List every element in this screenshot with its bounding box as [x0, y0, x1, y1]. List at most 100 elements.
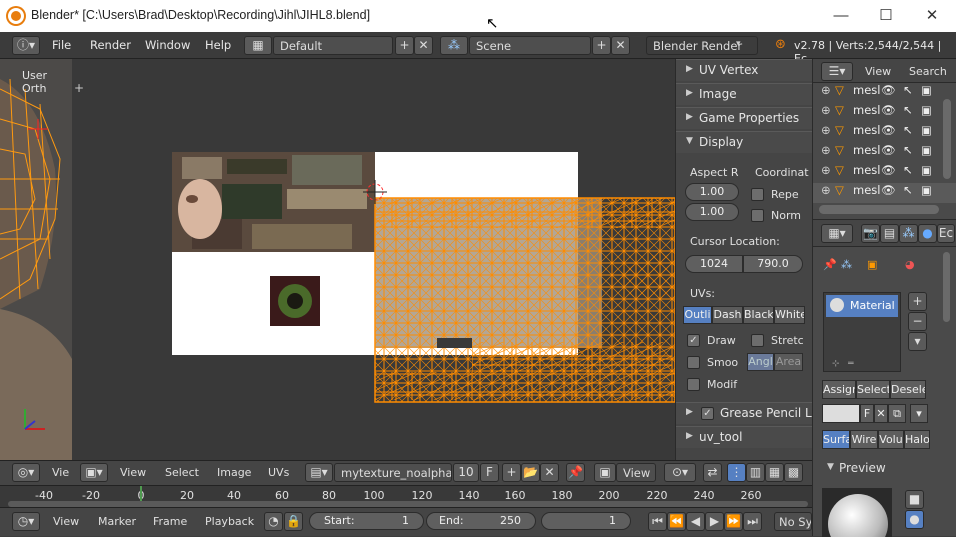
add-material-slot-icon[interactable]: +	[908, 292, 927, 311]
scene-icon[interactable]: ⁂	[440, 36, 468, 55]
panel-image[interactable]: ▶ Image	[676, 83, 813, 105]
wire-tab[interactable]: Wire	[850, 430, 878, 449]
sync-mode-dropdown[interactable]: No Syr	[774, 512, 812, 531]
preview-range-icon[interactable]: ◔	[264, 512, 283, 531]
start-frame-field[interactable]: Start: 1	[309, 512, 424, 530]
expand-plus-icon[interactable]: ⊕	[821, 123, 831, 137]
stretch-angle-toggle[interactable]: Angl	[747, 353, 774, 371]
draw-stretch-checkbox-checked[interactable]: ✓	[687, 334, 700, 347]
properties-scrollbar[interactable]	[943, 252, 950, 322]
render-camera-icon[interactable]: ▣	[921, 103, 932, 117]
close-button[interactable]: ✕	[909, 0, 955, 32]
timeline-marker-menu[interactable]: Marker	[98, 515, 136, 528]
open-image-icon[interactable]: 📂	[521, 463, 540, 482]
panel-uv-vertex[interactable]: ▶ UV Vertex	[676, 59, 813, 81]
lock-range-icon[interactable]: 🔒	[284, 512, 303, 531]
uv-mode-black-toggle[interactable]: Black	[743, 306, 774, 324]
uv-uvs-menu[interactable]: UVs	[268, 466, 289, 479]
outliner-row[interactable]: ⊕ ▽ mesl 👁 ↖ ▣	[813, 123, 956, 143]
panel-game-properties[interactable]: ▶ Game Properties	[676, 107, 813, 129]
visibility-eye-icon[interactable]: 👁	[881, 83, 896, 97]
current-frame-field[interactable]: 1	[541, 512, 631, 530]
material-preview-chip[interactable]	[822, 404, 860, 423]
preview-panel-title[interactable]: Preview	[839, 461, 886, 475]
expand-plus-icon[interactable]: ⊕	[821, 163, 831, 177]
3d-viewport[interactable]: User Orth	[0, 59, 72, 460]
cursor-x-field[interactable]: 1024	[685, 255, 743, 273]
select-cursor-icon[interactable]: ↖	[903, 163, 913, 177]
island-select-icon[interactable]: ▩	[784, 463, 803, 482]
properties-editor-type-icon[interactable]: ▦▾	[821, 224, 853, 243]
layers-tab-icon[interactable]: ▤	[880, 224, 899, 243]
stretch-area-toggle[interactable]: Area	[774, 353, 803, 371]
pin-icon[interactable]: 📌	[823, 258, 837, 271]
outliner-row[interactable]: ⊕ ▽ mesl 👁 ↖ ▣	[813, 163, 956, 183]
render-camera-icon[interactable]: ▣	[921, 163, 932, 177]
normalized-checkbox[interactable]	[751, 209, 764, 222]
minimize-button[interactable]: —	[818, 0, 864, 32]
remove-scene-icon[interactable]: ✕	[611, 36, 630, 55]
timeline-playback-menu[interactable]: Playback	[205, 515, 254, 528]
material-slot-list[interactable]: Material ⊹ ═	[823, 292, 901, 372]
outliner-row[interactable]: ⊕ ▽ mesl 👁 ↖ ▣	[813, 103, 956, 123]
assign-button[interactable]: Assign	[822, 380, 856, 399]
expand-plus-icon[interactable]: ⊕	[821, 83, 831, 97]
menu-window[interactable]: Window	[145, 38, 190, 52]
timeline-frame-menu[interactable]: Frame	[153, 515, 187, 528]
image-fake-user-toggle[interactable]: F	[480, 463, 499, 482]
image-browse-icon[interactable]: ▤▾	[305, 463, 333, 482]
object-tab-icon[interactable]: Ec	[937, 224, 955, 243]
pin-image-icon[interactable]: 📌	[566, 463, 585, 482]
deselect-button[interactable]: Desele	[890, 380, 926, 399]
menu-render[interactable]: Render	[90, 38, 131, 52]
scene-dropdown[interactable]: Scene	[469, 36, 591, 55]
select-cursor-icon[interactable]: ↖	[903, 183, 913, 197]
expand-plus-icon[interactable]: ⊕	[821, 143, 831, 157]
panel-grease-pencil[interactable]: ▶ ✓ Grease Pencil La	[676, 402, 819, 424]
visibility-eye-icon[interactable]: 👁	[881, 163, 896, 177]
uv-view-menu[interactable]: View	[120, 466, 146, 479]
maximize-button[interactable]: ☐	[863, 0, 909, 32]
play-icon[interactable]: ▶	[705, 512, 724, 531]
preview-sphere-icon[interactable]: ●	[905, 510, 924, 529]
node-icon[interactable]: ⧉	[888, 404, 906, 423]
grease-pencil-checkbox-checked[interactable]: ✓	[701, 407, 714, 420]
remove-layout-icon[interactable]: ✕	[414, 36, 433, 55]
timeline-view-menu[interactable]: View	[53, 515, 79, 528]
select-cursor-icon[interactable]: ↖	[903, 103, 913, 117]
uv-select-menu[interactable]: Select	[165, 466, 199, 479]
select-cursor-icon[interactable]: ↖	[903, 83, 913, 97]
render-camera-icon[interactable]: ▣	[921, 83, 932, 97]
render-camera-icon[interactable]: ▣	[921, 183, 932, 197]
screen-layout-icon[interactable]: ▦	[244, 36, 272, 55]
volume-tab[interactable]: Volu	[878, 430, 904, 449]
material-slot-selected[interactable]: Material	[826, 295, 898, 317]
end-frame-field[interactable]: End: 250	[426, 512, 536, 530]
surface-tab[interactable]: Surfa	[822, 430, 850, 449]
outliner-view-menu[interactable]: View	[865, 65, 891, 78]
timeline-editor-type-icon[interactable]: ◷▾	[12, 512, 40, 531]
render-engine-dropdown[interactable]: Blender Render	[646, 36, 758, 55]
uv-mode-outline-toggle[interactable]: Outli	[683, 306, 712, 324]
select-button[interactable]: Select	[856, 380, 890, 399]
render-camera-icon[interactable]: ▣	[921, 123, 932, 137]
uv-image-menu[interactable]: Image	[217, 466, 251, 479]
timeline-ruler[interactable]: -40 -20 0 20 40 60 80 100 120 140 160 18…	[0, 485, 812, 508]
uv-editor-type-icon[interactable]: ▣▾	[80, 463, 108, 482]
viewport-shading-icon[interactable]: ◎▾	[12, 463, 40, 482]
view-mode-icon[interactable]: ▣	[594, 463, 616, 482]
visibility-eye-icon[interactable]: 👁	[881, 143, 896, 157]
add-layout-icon[interactable]: +	[395, 36, 414, 55]
image-name-field[interactable]: mytexture_noalpha...	[334, 463, 452, 482]
scene-tab-icon[interactable]: ⁂	[899, 224, 918, 243]
face-select-icon[interactable]: ▦	[765, 463, 784, 482]
uv-mode-dash-toggle[interactable]: Dash	[712, 306, 743, 324]
halo-tab[interactable]: Halo	[904, 430, 930, 449]
expand-plus-icon[interactable]: ⊕	[821, 103, 831, 117]
modified-checkbox[interactable]	[687, 378, 700, 391]
repeat-checkbox[interactable]	[751, 188, 764, 201]
cursor-y-field[interactable]: 790.0	[743, 255, 803, 273]
smooth-checkbox[interactable]	[687, 356, 700, 369]
fake-user-toggle[interactable]: F	[860, 404, 874, 423]
uv-image-editor[interactable]: +	[72, 59, 675, 460]
